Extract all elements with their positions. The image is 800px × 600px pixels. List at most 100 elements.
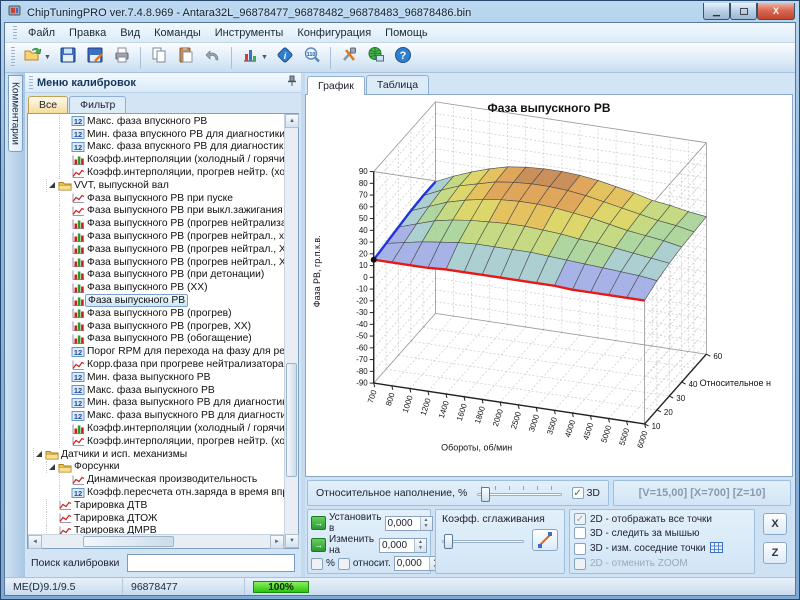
tree-item-6[interactable]: Фаза выпускного РВ при пуске	[30, 192, 284, 205]
smoothing-slider[interactable]	[442, 531, 524, 549]
close-button[interactable]: X	[757, 3, 795, 20]
tree-item-32[interactable]: Тарировка ДМРВ	[30, 525, 284, 535]
tree-item-4[interactable]: Коэфф.интерполяции, прогрев нейтр. (холо…	[30, 166, 284, 179]
smoothing-slider-thumb[interactable]	[444, 534, 453, 549]
tree-item-8[interactable]: Фаза выпускного РВ (прогрев нейтрализато…	[30, 217, 284, 230]
tree-item-22[interactable]: 12Мин. фаза выпускного РВ для диагностик…	[30, 397, 284, 410]
tree-item-12[interactable]: Фаза выпускного РВ (при детонации)	[30, 269, 284, 282]
menu-item-4[interactable]: Инструменты	[208, 25, 291, 41]
tree-horizontal-scrollbar[interactable]: ◄ ►	[28, 534, 284, 548]
tree-item-2[interactable]: 12Макс. фаза впускного РВ для диагностик…	[30, 141, 284, 154]
scroll-down-button[interactable]: ▼	[285, 534, 299, 548]
option-checkbox-0[interactable]: ✓	[574, 513, 586, 525]
set-value-spinner[interactable]: 0,000▲▼	[385, 516, 433, 531]
menu-item-2[interactable]: Вид	[113, 25, 147, 41]
pin-icon[interactable]	[287, 75, 297, 90]
z-axis-button[interactable]: Z	[763, 542, 787, 564]
toolbar-network-button[interactable]	[363, 45, 389, 71]
scroll-right-button[interactable]: ►	[270, 535, 284, 549]
menu-item-5[interactable]: Конфигурация	[290, 25, 378, 41]
tree-item-28[interactable]: Динамическая производительность	[30, 473, 284, 486]
relative-checkbox[interactable]	[338, 558, 350, 570]
comments-vertical-tab[interactable]: Комментарии	[8, 75, 23, 152]
option-checkbox-1[interactable]	[574, 527, 586, 539]
tree-item-21[interactable]: 12Макс. фаза выпускного РВ	[30, 384, 284, 397]
tree-item-5[interactable]: VVT, выпускной вал	[30, 179, 284, 192]
dropdown-arrow-icon[interactable]: ▼	[261, 54, 268, 61]
option-checkbox-2[interactable]	[574, 543, 586, 555]
toolbar-print-button[interactable]	[109, 45, 135, 71]
relative-value[interactable]: 0,000	[395, 557, 429, 570]
change-value[interactable]: 0,000	[380, 539, 414, 552]
tree-item-14[interactable]: Фаза выпускного РВ	[30, 294, 284, 307]
tree-expander-icon[interactable]	[34, 450, 44, 458]
percent-checkbox[interactable]	[311, 558, 323, 570]
minimize-button[interactable]: ▁	[703, 3, 730, 20]
toolbar-tools-button[interactable]	[336, 45, 362, 71]
view-tab-0[interactable]: График	[307, 76, 365, 95]
fill-slider-thumb[interactable]	[481, 487, 490, 502]
menu-item-1[interactable]: Правка	[62, 25, 113, 41]
maximize-button[interactable]	[730, 3, 757, 20]
apply-change-button[interactable]: →	[311, 538, 326, 552]
tree-item-24[interactable]: Коэфф.интерполяции (холодный / горячий )	[30, 422, 284, 435]
grid-icon[interactable]	[710, 542, 723, 556]
view-tab-1[interactable]: Таблица	[366, 75, 429, 94]
option-checkbox-3[interactable]	[574, 558, 586, 570]
dropdown-arrow-icon[interactable]: ▼	[44, 54, 51, 61]
tree-item-1[interactable]: 12Мин. фаза впускного РВ для диагностики	[30, 128, 284, 141]
change-value-spinner[interactable]: 0,000▲▼	[379, 538, 427, 553]
tree-item-31[interactable]: Тарировка ДТОЖ	[30, 512, 284, 525]
tree-item-0[interactable]: 12Макс. фаза впускного РВ	[30, 115, 284, 128]
chart-canvas[interactable]: -90-80-70-60-50-40-30-20-100102030405060…	[305, 94, 793, 477]
toolbar-chart-button[interactable]: ▼	[237, 45, 271, 71]
tree-item-25[interactable]: Коэфф.интерполяции, прогрев нейтр. (холо…	[30, 435, 284, 448]
tree-item-9[interactable]: Фаза выпускного РВ (прогрев нейтрал., хо…	[30, 230, 284, 243]
tree-item-7[interactable]: Фаза выпускного РВ при выкл.зажигания	[30, 205, 284, 218]
interpolate-button[interactable]	[532, 529, 558, 551]
spinner-arrows[interactable]: ▲▼	[414, 539, 426, 552]
tree-item-16[interactable]: Фаза выпускного РВ (прогрев, ХХ)	[30, 320, 284, 333]
toolbar-help-button[interactable]: ?	[390, 45, 416, 71]
tree-item-27[interactable]: Форсунки	[30, 461, 284, 474]
tree-item-13[interactable]: Фаза выпускного РВ (ХХ)	[30, 281, 284, 294]
toolbar-open-button[interactable]: ▼	[20, 45, 54, 71]
tree-item-3[interactable]: Коэфф.интерполяции (холодный / горячий )	[30, 153, 284, 166]
menu-item-6[interactable]: Помощь	[378, 25, 435, 41]
tree-expander-icon[interactable]	[47, 463, 57, 471]
tree-item-19[interactable]: Корр.фаза при прогреве нейтрализатора	[30, 358, 284, 371]
tree-item-11[interactable]: Фаза выпускного РВ (прогрев нейтрал., ХХ…	[30, 256, 284, 269]
toolbar-zoom-110-button[interactable]: 110	[299, 45, 325, 71]
x-axis-button[interactable]: X	[763, 513, 787, 535]
toolbar-info-button[interactable]: i	[272, 45, 298, 71]
scroll-left-button[interactable]: ◄	[28, 535, 42, 549]
toolbar-paste-button[interactable]	[173, 45, 199, 71]
tree-item-15[interactable]: Фаза выпускного РВ (прогрев)	[30, 307, 284, 320]
menu-item-3[interactable]: Команды	[147, 25, 208, 41]
toolbar-save-button[interactable]	[55, 45, 81, 71]
search-input[interactable]	[127, 554, 295, 572]
tree-item-29[interactable]: 12Коэфф.пересчета отн.заряда в время впр…	[30, 486, 284, 499]
tree-expander-icon[interactable]	[47, 181, 57, 189]
tree-item-30[interactable]: Тарировка ДТВ	[30, 499, 284, 512]
hscroll-thumb[interactable]	[83, 536, 174, 547]
tree-vertical-scrollbar[interactable]: ▲ ▼	[284, 114, 298, 548]
calibration-tab-1[interactable]: Фильтр	[69, 96, 126, 113]
toolbar-save-as-button[interactable]	[82, 45, 108, 71]
3d-checkbox[interactable]: ✓	[572, 487, 584, 499]
set-value[interactable]: 0,000	[386, 517, 420, 530]
tree-item-18[interactable]: 12Порог RPM для перехода на фазу для реж…	[30, 345, 284, 358]
fill-slider[interactable]	[477, 484, 561, 502]
spinner-arrows[interactable]: ▲▼	[420, 517, 432, 530]
scroll-up-button[interactable]: ▲	[285, 114, 299, 128]
toolbar-undo-button[interactable]	[200, 45, 226, 71]
menu-item-0[interactable]: Файл	[21, 25, 62, 41]
tree-item-17[interactable]: Фаза выпускного РВ (обогащение)	[30, 333, 284, 346]
tree-item-20[interactable]: 12Мин. фаза выпускного РВ	[30, 371, 284, 384]
tree-item-23[interactable]: 12Макс. фаза выпускного РВ для диагности…	[30, 409, 284, 422]
tree-item-10[interactable]: Фаза выпускного РВ (прогрев нейтрал., ХХ…	[30, 243, 284, 256]
apply-set-button[interactable]: →	[311, 516, 326, 530]
toolbar-copy-button[interactable]	[146, 45, 172, 71]
vscroll-thumb[interactable]	[286, 363, 297, 477]
calibration-tab-0[interactable]: Все	[28, 96, 68, 113]
